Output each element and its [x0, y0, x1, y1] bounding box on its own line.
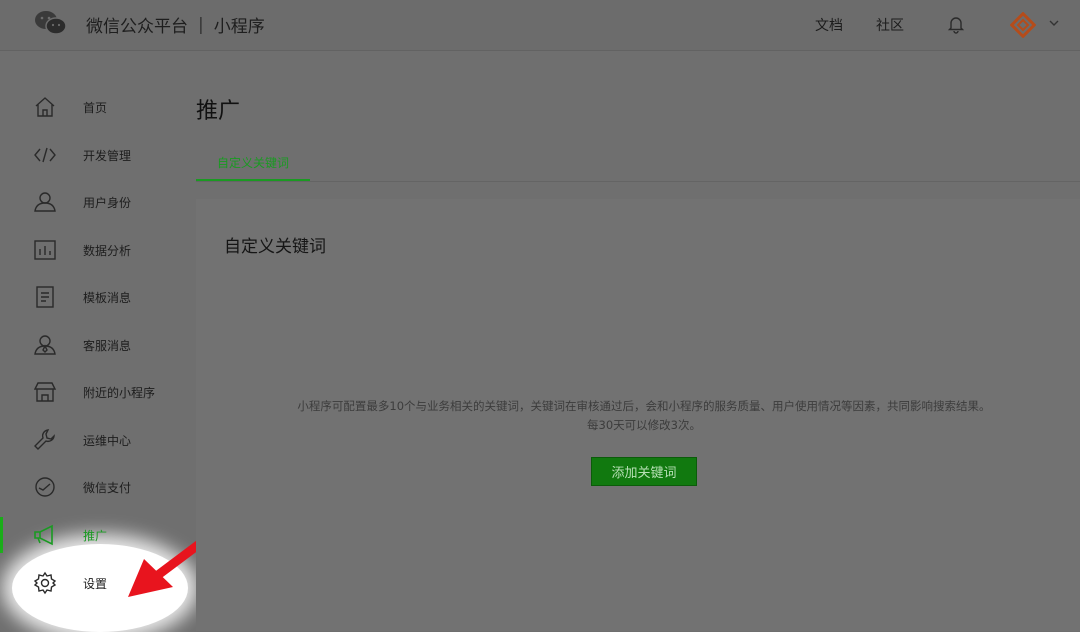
- sidebar-item-wechat-pay[interactable]: 微信支付: [0, 465, 190, 509]
- sidebar-item-label: 设置: [83, 576, 108, 591]
- page-title: 推广: [196, 99, 241, 124]
- brand-title: 微信公众平台: [86, 17, 188, 37]
- brand: 微信公众平台 | 小程序: [86, 12, 265, 38]
- sidebar-item-home[interactable]: 首页: [0, 85, 190, 129]
- panel-title: 自定义关键词: [224, 237, 326, 257]
- sidebar-item-user-identity[interactable]: 用户身份: [0, 180, 190, 224]
- keywords-panel: 自定义关键词 小程序可配置最多10个与业务相关的关键词，关键词在审核通过后，会和…: [196, 199, 1080, 631]
- sidebar-item-label: 用户身份: [83, 195, 132, 210]
- sidebar: 首页 开发管理 用户身份 数据分析 模板消息 客服消息 附近的小程序 运维中心 …: [0, 51, 235, 632]
- sidebar-item-label: 首页: [83, 100, 108, 115]
- wechat-logo-icon: [35, 11, 67, 35]
- user-icon: [34, 192, 56, 212]
- sidebar-item-label: 模板消息: [83, 290, 132, 305]
- gear-icon: [33, 571, 57, 595]
- sidebar-item-label: 开发管理: [83, 148, 132, 163]
- community-link[interactable]: 社区: [876, 15, 904, 35]
- tab-custom-keywords[interactable]: 自定义关键词: [196, 145, 310, 181]
- home-icon: [35, 97, 55, 117]
- bell-icon[interactable]: [946, 14, 966, 34]
- pay-icon: [35, 477, 55, 497]
- sidebar-item-label: 运维中心: [83, 433, 132, 448]
- description-line: 小程序可配置最多10个与业务相关的关键词，关键词在审核通过后，会和小程序的服务质…: [297, 399, 991, 413]
- sidebar-item-template-msg[interactable]: 模板消息: [0, 275, 190, 319]
- product-name: 小程序: [213, 17, 265, 37]
- panel-description: 小程序可配置最多10个与业务相关的关键词，关键词在审核通过后，会和小程序的服务质…: [196, 397, 1080, 435]
- megaphone-icon: [34, 524, 53, 546]
- sidebar-item-label: 推广: [83, 528, 108, 543]
- sidebar-item-analytics[interactable]: 数据分析: [0, 228, 190, 272]
- document-icon: [36, 286, 54, 308]
- service-user-icon: [34, 335, 56, 355]
- wrench-icon: [34, 429, 55, 450]
- sidebar-item-label: 客服消息: [83, 338, 132, 353]
- docs-link[interactable]: 文档: [815, 15, 843, 35]
- sidebar-item-nearby[interactable]: 附近的小程序: [0, 370, 190, 414]
- store-icon: [33, 382, 57, 402]
- top-bar: 微信公众平台 | 小程序 文档 社区: [0, 0, 1080, 51]
- add-keyword-button[interactable]: 添加关键词: [591, 457, 697, 486]
- sidebar-item-ops[interactable]: 运维中心: [0, 418, 190, 462]
- brand-separator: |: [198, 14, 204, 35]
- sidebar-item-label: 微信支付: [83, 480, 132, 495]
- bar-chart-icon: [34, 240, 56, 260]
- sidebar-item-customer-msg[interactable]: 客服消息: [0, 323, 190, 367]
- tab-bar: 自定义关键词: [196, 145, 1080, 182]
- avatar-icon[interactable]: [1010, 12, 1036, 38]
- chevron-down-icon[interactable]: [1047, 16, 1061, 30]
- code-icon: [34, 147, 56, 163]
- sidebar-item-label: 附近的小程序: [83, 385, 156, 400]
- description-line: 每30天可以修改3次。: [587, 418, 701, 432]
- sidebar-item-dev[interactable]: 开发管理: [0, 133, 190, 177]
- sidebar-item-label: 数据分析: [83, 243, 132, 258]
